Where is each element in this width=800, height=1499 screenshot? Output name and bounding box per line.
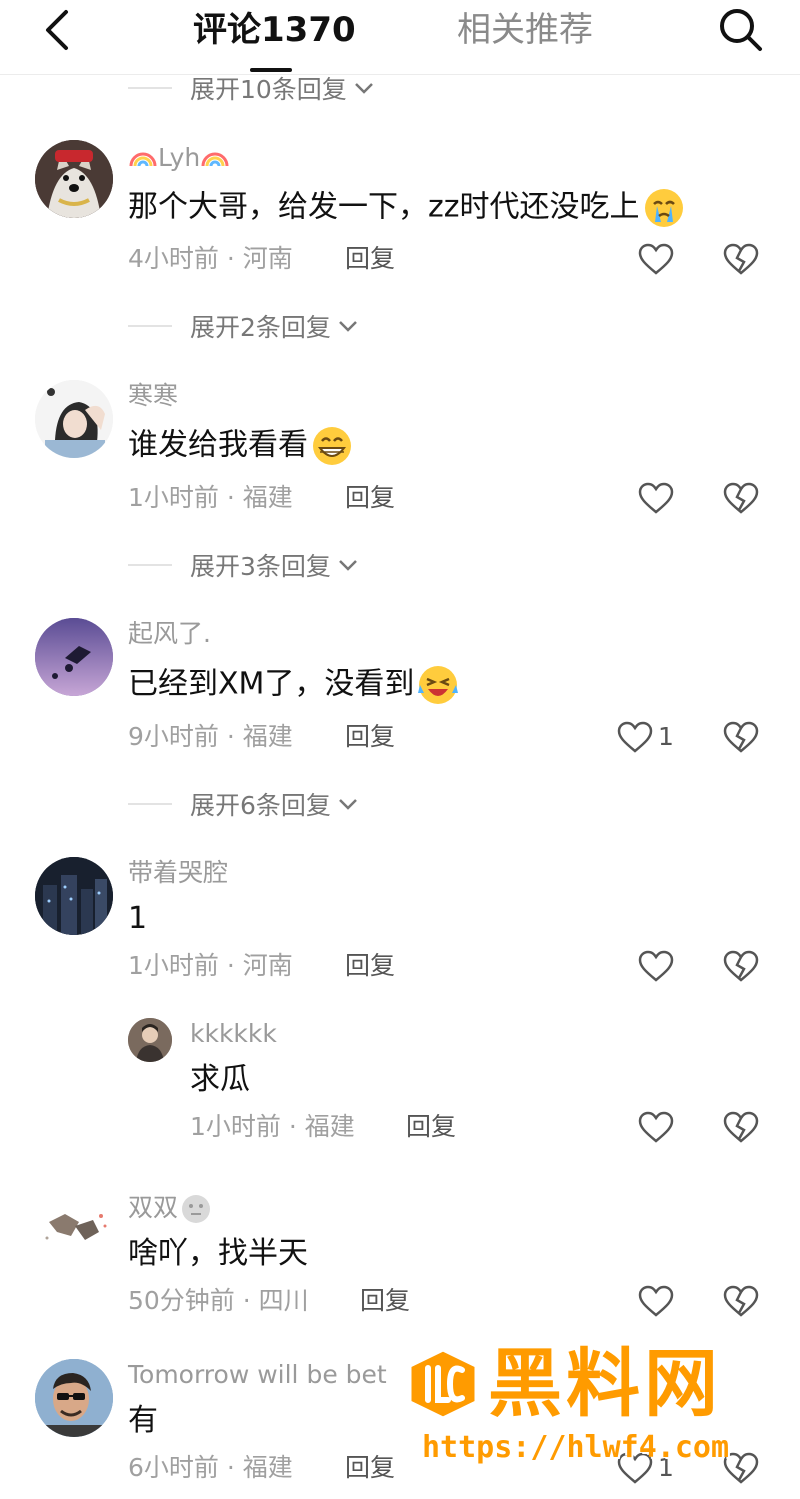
watermark-logo-icon — [408, 1348, 478, 1420]
reply-button[interactable]: 回复 — [360, 1284, 410, 1318]
divider — [128, 803, 172, 805]
tab-comments[interactable]: 评论1370 — [193, 10, 356, 50]
expand-replies-label: 展开6条回复 — [190, 791, 331, 820]
rainbow-icon — [129, 152, 157, 167]
comment-text: 那个大哥，给发一下，zz时代还没吃上 — [128, 186, 686, 230]
girl-avatar-icon — [35, 380, 113, 458]
search-icon — [720, 9, 762, 51]
comment-meta: 1小时前 · 福建 — [190, 1112, 355, 1141]
comment-meta: 6小时前 · 福建 — [128, 1453, 293, 1482]
reply-button[interactable]: 回复 — [345, 481, 395, 515]
search-button[interactable] — [712, 4, 768, 56]
heart-icon[interactable] — [637, 242, 675, 276]
night-sky-avatar-icon — [35, 618, 113, 696]
laughing-crying-emoji-icon — [418, 666, 459, 704]
comment-text: 1 — [128, 901, 148, 936]
rainbow-icon — [201, 152, 229, 167]
broken-heart-icon[interactable] — [722, 481, 760, 515]
chevron-down-icon — [339, 321, 357, 332]
heart-icon[interactable] — [637, 481, 675, 515]
username[interactable]: Lyh — [128, 142, 230, 174]
crying-emoji-icon — [644, 189, 683, 227]
broken-heart-icon[interactable] — [722, 242, 760, 276]
moon-face-emoji-icon — [182, 1195, 211, 1223]
comment-meta: 50分钟前 · 四川 — [128, 1286, 309, 1315]
chevron-left-icon — [46, 10, 68, 50]
broken-heart-icon[interactable] — [722, 1110, 760, 1144]
heart-icon[interactable] — [637, 949, 675, 983]
chevron-down-icon — [339, 799, 357, 810]
tab-related[interactable]: 相关推荐 — [457, 10, 593, 50]
expand-replies-label: 展开2条回复 — [190, 313, 331, 342]
comment-meta: 1小时前 · 河南 — [128, 951, 293, 980]
broken-heart-icon[interactable] — [722, 720, 760, 754]
broken-heart-icon[interactable] — [722, 1284, 760, 1318]
reply-button[interactable]: 回复 — [345, 720, 395, 754]
watermark-title: 黑料网 — [488, 1341, 722, 1427]
reply-button[interactable]: 回复 — [345, 1451, 395, 1485]
username-text: Lyh — [158, 143, 201, 172]
heart-icon[interactable] — [616, 720, 654, 754]
watermark: 黑料网 https://hlwf4.com — [400, 1340, 780, 1480]
comment-text: 啥吖，找半天 — [128, 1236, 308, 1271]
broken-heart-icon[interactable] — [722, 949, 760, 983]
username[interactable]: 起风了. — [128, 618, 211, 650]
comment-meta: 9小时前 · 福建 — [128, 722, 293, 751]
avatar[interactable] — [35, 140, 113, 218]
city-night-avatar-icon — [35, 857, 113, 935]
reply-button[interactable]: 回复 — [345, 949, 395, 983]
like-count: 1 — [658, 722, 674, 751]
grinning-emoji-icon — [313, 427, 351, 465]
header: 评论1370 相关推荐 — [0, 0, 800, 75]
expand-replies-4[interactable]: 展开6条回复 — [128, 784, 359, 824]
back-button[interactable] — [36, 8, 80, 52]
divider — [128, 87, 172, 89]
reply-button[interactable]: 回复 — [406, 1110, 456, 1144]
heart-icon[interactable] — [637, 1110, 675, 1144]
chevron-down-icon — [354, 83, 373, 94]
username-text: 双双 — [128, 1193, 179, 1222]
username[interactable]: 带着哭腔 — [128, 857, 228, 889]
username[interactable]: Tomorrow will be bet — [128, 1359, 387, 1391]
divider — [128, 564, 172, 566]
comment-text: 谁发给我看看 — [128, 424, 354, 468]
expand-replies-3[interactable]: 展开3条回复 — [128, 545, 359, 585]
username[interactable]: kkkkkk — [190, 1018, 277, 1050]
expand-replies-label: 展开3条回复 — [190, 552, 331, 581]
watermark-url: https://hlwf4.com — [422, 1430, 730, 1465]
man-sunglasses-avatar-icon — [35, 1359, 113, 1437]
reply-button[interactable]: 回复 — [345, 242, 395, 276]
chevron-down-icon — [339, 560, 357, 571]
person-avatar-icon — [128, 1018, 172, 1062]
active-tab-indicator — [250, 68, 292, 72]
comment-meta: 4小时前 · 河南 — [128, 244, 293, 273]
avatar[interactable] — [35, 1359, 113, 1437]
avatar[interactable] — [35, 618, 113, 696]
comment-text: 已经到XM了，没看到 — [128, 663, 460, 707]
username[interactable]: 双双 — [128, 1192, 212, 1225]
abstract-avatar-icon — [35, 1192, 113, 1270]
comment-meta: 1小时前 · 福建 — [128, 483, 293, 512]
comment-text: 求瓜 — [190, 1062, 250, 1097]
avatar[interactable] — [35, 1192, 113, 1270]
expand-replies-label: 展开10条回复 — [190, 75, 347, 104]
heart-icon[interactable] — [637, 1284, 675, 1318]
expand-replies-2[interactable]: 展开2条回复 — [128, 306, 359, 346]
comment-text: 有 — [128, 1403, 158, 1438]
dog-avatar-icon — [35, 140, 113, 218]
avatar[interactable] — [35, 380, 113, 458]
avatar[interactable] — [35, 857, 113, 935]
avatar[interactable] — [128, 1018, 172, 1062]
username[interactable]: 寒寒 — [128, 380, 178, 412]
divider — [128, 325, 172, 327]
